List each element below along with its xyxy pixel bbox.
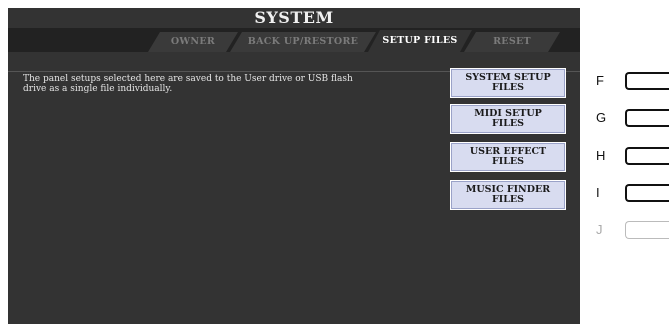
button-label-line2: FILES — [492, 156, 524, 167]
description-text: The panel setups selected here are saved… — [23, 74, 353, 94]
panel-button-g[interactable] — [625, 109, 669, 127]
panel-button-h[interactable] — [625, 147, 669, 165]
tab-reset[interactable]: RESET — [464, 32, 560, 52]
panel-label-f: F — [596, 73, 604, 88]
music-finder-files-button[interactable]: MUSIC FINDER FILES — [450, 180, 566, 210]
button-label-line2: FILES — [492, 118, 524, 129]
panel-button-j — [625, 221, 669, 239]
display-screen: SYSTEM OWNER BACK UP/RESTORE SETUP FILES… — [8, 8, 580, 324]
panel-label-i: I — [596, 185, 600, 200]
panel-label-g: G — [596, 110, 607, 125]
screen-title: SYSTEM — [254, 8, 334, 27]
user-effect-files-button[interactable]: USER EFFECT FILES — [450, 142, 566, 172]
panel-label-h: H — [596, 148, 606, 163]
button-label-line2: FILES — [492, 194, 524, 205]
tab-owner[interactable]: OWNER — [148, 32, 238, 52]
midi-setup-files-button[interactable]: MIDI SETUP FILES — [450, 104, 566, 134]
tab-backup-restore[interactable]: BACK UP/RESTORE — [230, 32, 376, 52]
panel-button-i[interactable] — [625, 184, 669, 202]
panel-button-f[interactable] — [625, 72, 669, 90]
tab-bar: OWNER BACK UP/RESTORE SETUP FILES RESET — [8, 28, 580, 72]
system-setup-files-button[interactable]: SYSTEM SETUP FILES — [450, 68, 566, 98]
button-label-line2: FILES — [492, 82, 524, 93]
panel-label-j: J — [596, 222, 603, 237]
tab-setup-files[interactable]: SETUP FILES — [368, 30, 472, 52]
